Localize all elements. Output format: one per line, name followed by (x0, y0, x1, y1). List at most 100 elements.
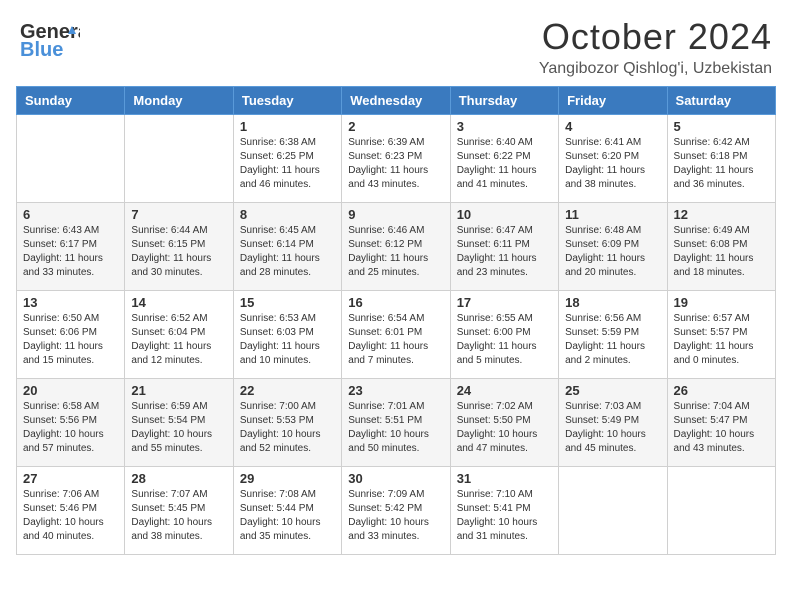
day-number: 15 (240, 295, 335, 310)
day-detail: Sunrise: 6:42 AMSunset: 6:18 PMDaylight:… (674, 136, 769, 192)
day-number: 1 (240, 119, 335, 134)
day-detail: Sunrise: 6:46 AMSunset: 6:12 PMDaylight:… (348, 224, 443, 280)
table-row: 23 Sunrise: 7:01 AMSunset: 5:51 PMDayligh… (342, 379, 450, 467)
table-row: 2Sunrise: 6:39 AMSunset: 6:23 PMDaylight… (342, 115, 450, 203)
day-number: 8 (240, 207, 335, 222)
day-detail: Sunrise: 6:49 AMSunset: 6:08 PMDaylight:… (674, 224, 769, 280)
day-number: 26 (674, 383, 769, 398)
day-detail: Sunrise: 6:41 AMSunset: 6:20 PMDaylight:… (565, 136, 660, 192)
day-detail: Sunrise: 6:38 AMSunset: 6:25 PMDaylight:… (240, 136, 335, 192)
day-detail: Sunrise: 6:40 AMSunset: 6:22 PMDaylight:… (457, 136, 552, 192)
day-number: 25 (565, 383, 660, 398)
day-number: 3 (457, 119, 552, 134)
table-row: 6 Sunrise: 6:43 AMSunset: 6:17 PMDaylight… (17, 203, 125, 291)
col-monday: Monday (125, 87, 233, 115)
day-detail: Sunrise: 7:07 AMSunset: 5:45 PMDaylight:… (131, 488, 226, 544)
day-detail: Sunrise: 7:02 AMSunset: 5:50 PMDaylight:… (457, 400, 552, 456)
day-detail: Sunrise: 7:04 AMSunset: 5:47 PMDaylight:… (674, 400, 769, 456)
table-row: 31Sunrise: 7:10 AMSunset: 5:41 PMDayligh… (450, 467, 558, 555)
page-header: General Blue October 2024 Yangibozor Qis… (0, 0, 792, 86)
table-row: 19 Sunrise: 6:57 AMSunset: 5:57 PMDayligh… (667, 291, 775, 379)
location-title: Yangibozor Qishlog'i, Uzbekistan (539, 60, 772, 78)
day-detail: Sunrise: 7:08 AMSunset: 5:44 PMDaylight:… (240, 488, 335, 544)
table-row: 24 Sunrise: 7:02 AMSunset: 5:50 PMDayligh… (450, 379, 558, 467)
table-row: 17Sunrise: 6:55 AMSunset: 6:00 PMDayligh… (450, 291, 558, 379)
calendar-header-row: Sunday Monday Tuesday Wednesday Thursday… (17, 87, 776, 115)
table-row: 28 Sunrise: 7:07 AMSunset: 5:45 PMDayligh… (125, 467, 233, 555)
day-detail: Sunrise: 6:48 AMSunset: 6:09 PMDaylight:… (565, 224, 660, 280)
day-number: 20 (23, 383, 118, 398)
day-number: 9 (348, 207, 443, 222)
day-number: 21 (131, 383, 226, 398)
calendar-week-row: 6 Sunrise: 6:43 AMSunset: 6:17 PMDaylight… (17, 203, 776, 291)
col-saturday: Saturday (667, 87, 775, 115)
day-detail: Sunrise: 6:54 AMSunset: 6:01 PMDaylight:… (348, 312, 443, 368)
day-detail: Sunrise: 6:50 AMSunset: 6:06 PMDaylight:… (23, 312, 118, 368)
day-number: 23 (348, 383, 443, 398)
day-number: 19 (674, 295, 769, 310)
day-number: 6 (23, 207, 118, 222)
col-friday: Friday (559, 87, 667, 115)
day-number: 14 (131, 295, 226, 310)
logo: General Blue (20, 16, 84, 66)
day-detail: Sunrise: 6:43 AMSunset: 6:17 PMDaylight:… (23, 224, 118, 280)
day-number: 27 (23, 471, 118, 486)
day-detail: Sunrise: 6:59 AMSunset: 5:54 PMDaylight:… (131, 400, 226, 456)
calendar-week-row: 13 Sunrise: 6:50 AMSunset: 6:06 PMDayligh… (17, 291, 776, 379)
table-row: 26 Sunrise: 7:04 AMSunset: 5:47 PMDayligh… (667, 379, 775, 467)
calendar-week-row: 1 Sunrise: 6:38 AMSunset: 6:25 PMDaylight… (17, 115, 776, 203)
day-detail: Sunrise: 7:10 AMSunset: 5:41 PMDaylight:… (457, 488, 552, 544)
col-sunday: Sunday (17, 87, 125, 115)
day-detail: Sunrise: 7:06 AMSunset: 5:46 PMDaylight:… (23, 488, 118, 544)
day-detail: Sunrise: 7:09 AMSunset: 5:42 PMDaylight:… (348, 488, 443, 544)
day-detail: Sunrise: 6:56 AMSunset: 5:59 PMDaylight:… (565, 312, 660, 368)
day-number: 22 (240, 383, 335, 398)
day-detail: Sunrise: 7:03 AMSunset: 5:49 PMDaylight:… (565, 400, 660, 456)
table-row: 25 Sunrise: 7:03 AMSunset: 5:49 PMDayligh… (559, 379, 667, 467)
logo-icon: General Blue (20, 16, 80, 66)
table-row: 30Sunrise: 7:09 AMSunset: 5:42 PMDayligh… (342, 467, 450, 555)
table-row: 20 Sunrise: 6:58 AMSunset: 5:56 PMDayligh… (17, 379, 125, 467)
day-number: 11 (565, 207, 660, 222)
day-number: 12 (674, 207, 769, 222)
day-detail: Sunrise: 6:57 AMSunset: 5:57 PMDaylight:… (674, 312, 769, 368)
title-area: October 2024 Yangibozor Qishlog'i, Uzbek… (539, 16, 772, 78)
day-number: 7 (131, 207, 226, 222)
table-row: 16 Sunrise: 6:54 AMSunset: 6:01 PMDayligh… (342, 291, 450, 379)
table-row: 15 Sunrise: 6:53 AMSunset: 6:03 PMDayligh… (233, 291, 341, 379)
table-row: 8Sunrise: 6:45 AMSunset: 6:14 PMDaylight… (233, 203, 341, 291)
table-row: 4 Sunrise: 6:41 AMSunset: 6:20 PMDaylight… (559, 115, 667, 203)
day-detail: Sunrise: 7:00 AMSunset: 5:53 PMDaylight:… (240, 400, 335, 456)
table-row (17, 115, 125, 203)
day-detail: Sunrise: 6:58 AMSunset: 5:56 PMDaylight:… (23, 400, 118, 456)
calendar-week-row: 27 Sunrise: 7:06 AMSunset: 5:46 PMDayligh… (17, 467, 776, 555)
col-tuesday: Tuesday (233, 87, 341, 115)
table-row: 10Sunrise: 6:47 AMSunset: 6:11 PMDayligh… (450, 203, 558, 291)
day-number: 24 (457, 383, 552, 398)
day-number: 5 (674, 119, 769, 134)
table-row (667, 467, 775, 555)
table-row: 27 Sunrise: 7:06 AMSunset: 5:46 PMDayligh… (17, 467, 125, 555)
table-row: 11 Sunrise: 6:48 AMSunset: 6:09 PMDayligh… (559, 203, 667, 291)
day-number: 4 (565, 119, 660, 134)
table-row: 14 Sunrise: 6:52 AMSunset: 6:04 PMDayligh… (125, 291, 233, 379)
table-row: 29 Sunrise: 7:08 AMSunset: 5:44 PMDayligh… (233, 467, 341, 555)
day-detail: Sunrise: 7:01 AMSunset: 5:51 PMDaylight:… (348, 400, 443, 456)
day-detail: Sunrise: 6:53 AMSunset: 6:03 PMDaylight:… (240, 312, 335, 368)
day-number: 2 (348, 119, 443, 134)
table-row (125, 115, 233, 203)
day-number: 29 (240, 471, 335, 486)
col-wednesday: Wednesday (342, 87, 450, 115)
calendar-wrapper: Sunday Monday Tuesday Wednesday Thursday… (0, 86, 792, 563)
day-number: 16 (348, 295, 443, 310)
day-number: 13 (23, 295, 118, 310)
day-number: 18 (565, 295, 660, 310)
day-number: 28 (131, 471, 226, 486)
table-row (559, 467, 667, 555)
table-row: 13 Sunrise: 6:50 AMSunset: 6:06 PMDayligh… (17, 291, 125, 379)
svg-text:Blue: Blue (20, 39, 63, 61)
day-number: 17 (457, 295, 552, 310)
table-row: 7 Sunrise: 6:44 AMSunset: 6:15 PMDaylight… (125, 203, 233, 291)
day-detail: Sunrise: 6:52 AMSunset: 6:04 PMDaylight:… (131, 312, 226, 368)
day-detail: Sunrise: 6:44 AMSunset: 6:15 PMDaylight:… (131, 224, 226, 280)
